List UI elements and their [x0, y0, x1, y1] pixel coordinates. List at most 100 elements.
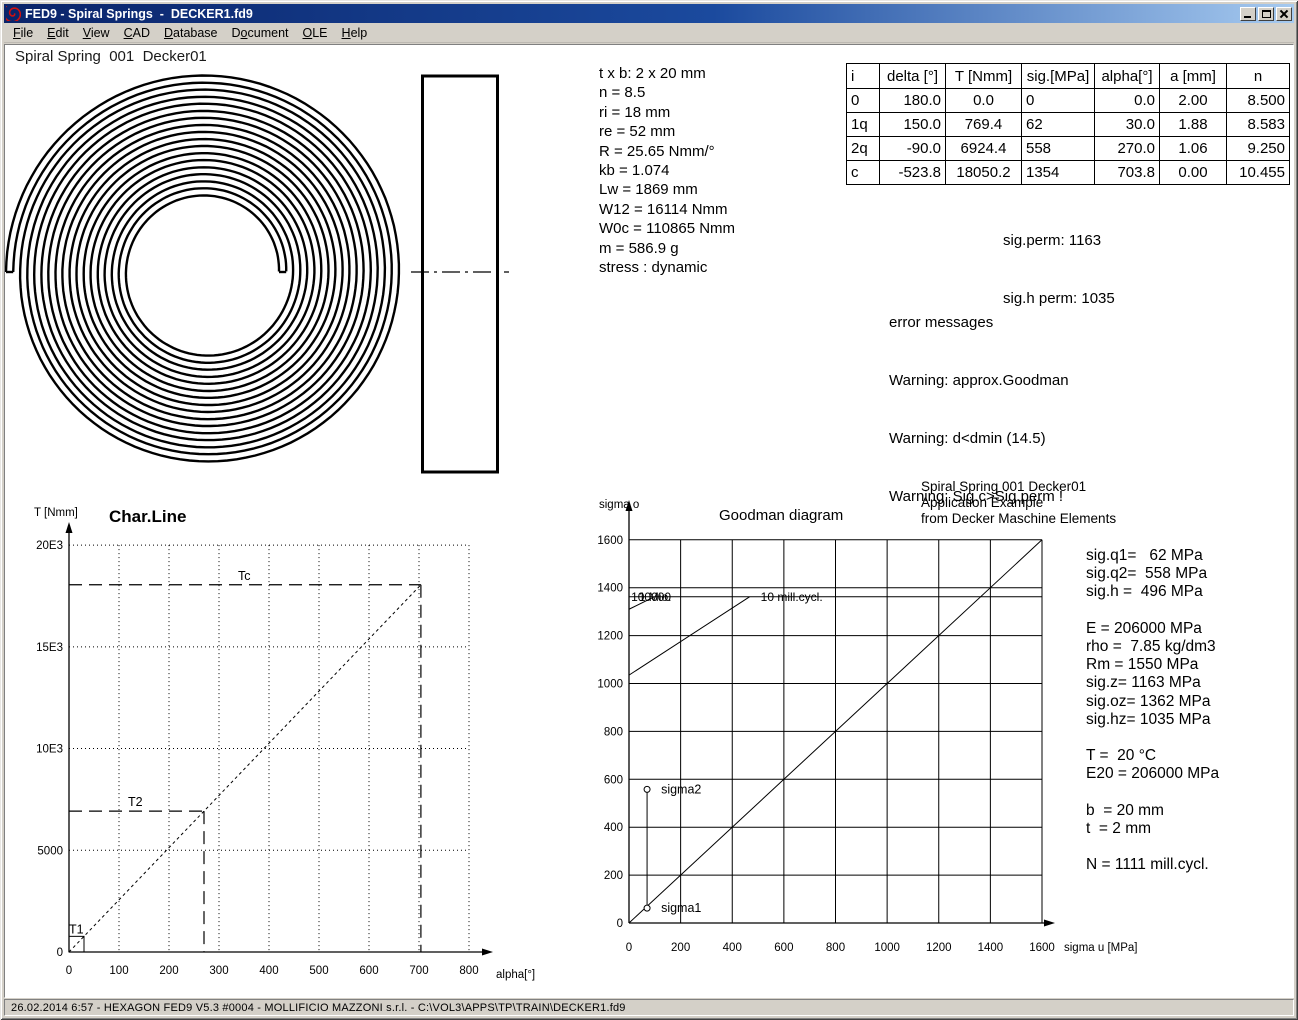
y-tick-label: 200 [604, 870, 623, 882]
x-axis-arrow [482, 949, 493, 956]
table-cell: 769.4 [946, 113, 1022, 137]
spiral-outer-edge [6, 76, 399, 462]
table-cell: 2q [847, 137, 880, 161]
x-tick-label: 200 [159, 965, 178, 977]
t2-label: T2 [128, 795, 143, 809]
y-tick-label: 800 [604, 726, 623, 738]
maximize-button[interactable] [1258, 7, 1274, 21]
table-cell: 703.8 [1095, 161, 1160, 185]
chart-header-line: Spiral Spring 001 Decker01 [921, 479, 1086, 494]
spiral-icon-glyph [6, 6, 21, 21]
param-block: t x b: 2 x 20 mm n = 8.5 ri = 18 mm re =… [599, 64, 735, 277]
x-tick-label: 1200 [926, 942, 952, 954]
y-tick-label: 5000 [37, 845, 63, 857]
chart-header-line: Application Example [921, 495, 1043, 510]
x-tick-label: 700 [409, 965, 428, 977]
table-row: 2q-90.06924.4558270.01.069.250 [847, 137, 1290, 161]
table-cell: 2.00 [1160, 89, 1227, 113]
y-tick-label: 1600 [597, 535, 623, 547]
y-tick-label: 1000 [597, 679, 623, 691]
table-header: alpha[°] [1095, 64, 1160, 89]
menu-item-cad[interactable]: CAD [117, 24, 157, 42]
table-cell: 558 [1022, 137, 1095, 161]
menu-item-ole[interactable]: OLE [296, 24, 335, 42]
error-messages-title: error messages [889, 313, 1069, 332]
client-area: Spiral Spring 001 Decker01 t x b: 2 x 20… [4, 44, 1294, 998]
x-tick-label: 600 [359, 965, 378, 977]
error-message: Warning: d<dmin (14.5) [889, 429, 1069, 448]
table-header: sig.[MPa] [1022, 64, 1095, 89]
menu-item-edit[interactable]: Edit [40, 24, 76, 42]
window-title: FED9 - Spiral Springs - DECKER1.fd9 [25, 7, 253, 21]
characteristic-line [69, 585, 421, 952]
chart-title: Char.Line [109, 507, 186, 526]
table-cell: 1354 [1022, 161, 1095, 185]
table-row: 1q150.0769.46230.01.888.583 [847, 113, 1290, 137]
table-cell: 62 [1022, 113, 1095, 137]
app-window: FED9 - Spiral Springs - DECKER1.fd9 File… [0, 0, 1298, 1020]
maximize-icon [1262, 10, 1271, 18]
table-cell: 6924.4 [946, 137, 1022, 161]
table-cell: 30.0 [1095, 113, 1160, 137]
y-axis-label: T [Nmm] [34, 507, 78, 519]
x-tick-label: 200 [671, 942, 690, 954]
table-row: 0180.00.000.02.008.500 [847, 89, 1290, 113]
x-tick-label: 800 [459, 965, 478, 977]
menu-item-help[interactable]: Help [335, 24, 375, 42]
menu-item-view[interactable]: View [76, 24, 117, 42]
table-cell: c [847, 161, 880, 185]
table-cell: 0.00 [1160, 161, 1227, 185]
x-tick-label: 800 [826, 942, 845, 954]
table-row: c-523.818050.21354703.80.0010.455 [847, 161, 1290, 185]
spiral-inner-edge [13, 83, 392, 455]
x-tick-label: 0 [626, 942, 632, 954]
cycle-line-label: 1 Mio. [639, 590, 672, 604]
table-cell: 1.06 [1160, 137, 1227, 161]
minimize-button[interactable] [1240, 7, 1256, 21]
minimize-icon [1244, 16, 1251, 18]
chart-header-line: from Decker Maschine Elements [921, 511, 1116, 526]
close-button[interactable] [1276, 7, 1292, 21]
t1-label: T1 [69, 922, 84, 936]
y-tick-label: 15E3 [36, 642, 63, 654]
x-axis-arrow [1044, 920, 1055, 927]
table-cell: 0.0 [1095, 89, 1160, 113]
x-tick-label: 600 [774, 942, 793, 954]
material-block: sig.q1= 62 MPa sig.q2= 558 MPa sig.h = 4… [1086, 547, 1219, 875]
x-axis-label: sigma u [MPa] [1064, 942, 1138, 954]
app-spiral-icon [6, 6, 21, 21]
x-axis-label: alpha[°] [496, 969, 535, 981]
x-tick-label: 300 [209, 965, 228, 977]
menu-item-document[interactable]: Document [225, 24, 296, 42]
table-cell: 180.0 [880, 89, 946, 113]
y-tick-label: 10E3 [36, 744, 63, 756]
side-view-rect [423, 76, 498, 472]
table-cell: 0 [1022, 89, 1095, 113]
x-tick-label: 400 [723, 942, 742, 954]
y-tick-label: 1400 [597, 583, 623, 595]
title-bar[interactable]: FED9 - Spiral Springs - DECKER1.fd9 [4, 4, 1294, 23]
table-cell: 0.0 [946, 89, 1022, 113]
x-tick-label: 0 [66, 965, 72, 977]
tc-label: Tc [238, 569, 251, 583]
x-tick-label: 100 [109, 965, 128, 977]
y-tick-label: 0 [57, 947, 63, 959]
sig-perm-value: sig.perm: 1163 [1003, 231, 1115, 250]
menu-item-file[interactable]: File [6, 24, 40, 42]
spiral-spring-drawing [5, 59, 525, 481]
table-cell: -90.0 [880, 137, 946, 161]
error-message: Warning: approx.Goodman [889, 371, 1069, 390]
status-text: 26.02.2014 6:57 - HEXAGON FED9 V5.3 #000… [11, 1002, 626, 1014]
y-tick-label: 1200 [597, 631, 623, 643]
menu-item-database[interactable]: Database [157, 24, 225, 42]
table-header: n [1227, 64, 1290, 89]
table-cell: 18050.2 [946, 161, 1022, 185]
sigma2-label: sigma2 [661, 782, 701, 796]
table-header: i [847, 64, 880, 89]
menu-bar: FileEditViewCADDatabaseDocumentOLEHelp [4, 23, 1294, 43]
table-cell: 270.0 [1095, 137, 1160, 161]
goodman-diagram-chart: 0020020040040060060080080010001000120012… [586, 472, 1146, 972]
status-bar: 26.02.2014 6:57 - HEXAGON FED9 V5.3 #000… [4, 999, 1294, 1016]
x-tick-label: 1400 [978, 942, 1004, 954]
table-cell: 9.250 [1227, 137, 1290, 161]
